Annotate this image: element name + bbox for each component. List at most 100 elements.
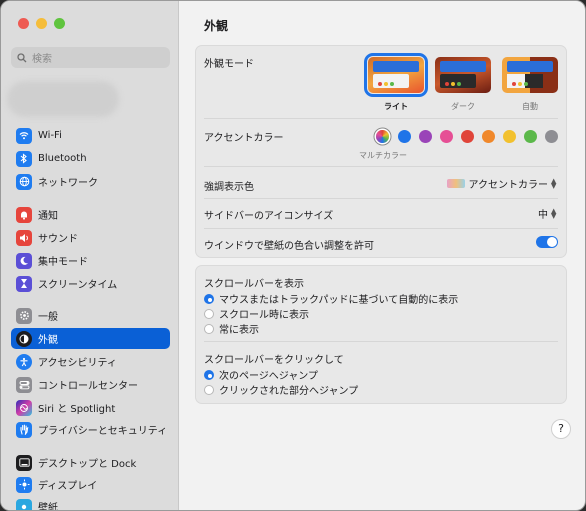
radio-scroll-auto[interactable]: マウスまたはトラックパッドに基づいて自動的に表示 [204, 291, 458, 306]
sidebar-item-screen-time[interactable]: スクリーンタイム [11, 273, 170, 294]
accent-swatch-blue[interactable] [398, 130, 411, 143]
click-scrollbar-label: スクロールバーをクリックして [204, 355, 344, 366]
radio-label: スクロール時に表示 [219, 310, 309, 321]
sidebar-item-label: デスクトップと Dock [38, 459, 137, 470]
wallpaper-icon [16, 498, 32, 510]
sidebar-item-notifications[interactable]: 通知 [11, 204, 170, 225]
account-avatar[interactable] [7, 81, 119, 117]
radio-button [204, 369, 214, 380]
close-button[interactable] [18, 18, 29, 29]
sidebar-item-label: スクリーンタイム [38, 280, 118, 291]
radio-button [204, 308, 214, 319]
sidebar-icon-size-popup[interactable]: 中 ▲ ▼ [538, 206, 558, 221]
highlight-color-value: アクセントカラー [468, 180, 549, 191]
display-icon [16, 476, 32, 493]
appearance-mode-label: 外観モード [204, 59, 254, 70]
sidebar-item-siri-spotlight[interactable]: Siri と Spotlight [11, 397, 170, 418]
sidebar-item-desktop-dock[interactable]: デスクトップと Dock [11, 452, 170, 473]
scrollbar-card: スクロールバーを表示 マウスまたはトラックパッドに基づいて自動的に表示 スクロー… [195, 265, 567, 404]
sidebar-item-bluetooth[interactable]: Bluetooth [11, 148, 170, 169]
accent-swatch-graphite[interactable] [545, 130, 558, 143]
sidebar-item-network[interactable]: ネットワーク [11, 171, 170, 192]
accessibility-icon [16, 353, 32, 370]
sidebar-item-label: アクセシビリティ [38, 358, 117, 369]
appearance-icon [16, 330, 32, 347]
sidebar-icon-size-label: サイドバーのアイコンサイズ [204, 211, 334, 222]
sidebar-item-label: 通知 [38, 211, 58, 222]
chevron-up-down-icon: ▲ ▼ [551, 206, 557, 220]
appearance-option-light[interactable] [364, 53, 428, 97]
radio-scroll-when-scrolling[interactable]: スクロール時に表示 [204, 306, 309, 321]
window-controls [18, 18, 65, 29]
divider [204, 341, 558, 342]
dock-icon [16, 454, 32, 471]
chevron-up-down-icon: ▲ ▼ [551, 176, 557, 190]
radio-button [204, 384, 214, 395]
show-scrollbars-label: スクロールバーを表示 [204, 279, 304, 290]
radio-label: 次のページへジャンプ [219, 371, 318, 382]
bell-icon [16, 206, 32, 223]
accent-caption: マルチカラー [359, 151, 407, 160]
accent-swatch-yellow[interactable] [503, 130, 516, 143]
sidebar-item-label: Bluetooth [38, 153, 87, 164]
appearance-option-auto[interactable] [502, 57, 558, 93]
sidebar-item-accessibility[interactable]: アクセシビリティ [11, 351, 170, 372]
sidebar-item-sound[interactable]: サウンド [11, 227, 170, 248]
sidebar-item-privacy[interactable]: プライバシーとセキュリティ [11, 419, 170, 440]
sidebar-item-label: 壁紙 [38, 503, 58, 511]
moon-icon [16, 252, 32, 269]
sidebar-item-label: ディスプレイ [38, 481, 98, 492]
wallpaper-tinting-toggle[interactable] [536, 236, 558, 248]
radio-label: マウスまたはトラックパッドに基づいて自動的に表示 [219, 295, 459, 306]
sidebar-item-focus[interactable]: 集中モード [11, 250, 170, 271]
sidebar-item-wallpaper[interactable]: 壁紙 [11, 496, 170, 511]
appearance-option-caption: ライト [384, 102, 408, 111]
wifi-icon [16, 127, 32, 144]
sidebar-item-appearance[interactable]: 外観 [11, 328, 170, 349]
hourglass-icon [16, 275, 32, 292]
appearance-option-caption: 自動 [522, 102, 538, 111]
sidebar-item-label: 集中モード [38, 257, 88, 268]
accent-color-label: アクセントカラー [204, 133, 284, 144]
help-button[interactable]: ? [551, 419, 571, 439]
sidebar: 検索 Wi-Fi Bluetooth ネットワーク 通知 サウンド 集中モード … [1, 1, 179, 510]
minimize-button[interactable] [36, 18, 47, 29]
bluetooth-icon [16, 150, 32, 167]
control-center-icon [16, 376, 32, 393]
accent-swatch-purple[interactable] [419, 130, 432, 143]
highlight-color-popup[interactable]: アクセントカラー ▲ ▼ [446, 176, 559, 191]
gear-icon [16, 307, 32, 324]
sidebar-item-label: 外観 [38, 335, 58, 346]
appearance-card: 外観モード ライト ダーク 自動 アクセントカラー マルチカラー 強調表示色 ア… [195, 45, 567, 258]
sidebar-item-label: プライバシーとセキュリティ [38, 426, 168, 437]
sidebar-item-wifi[interactable]: Wi-Fi [11, 125, 170, 146]
sidebar-item-displays[interactable]: ディスプレイ [11, 474, 170, 495]
wallpaper-tinting-label: ウインドウで壁紙の色合い調整を許可 [204, 241, 374, 252]
main-pane: 外観 外観モード ライト ダーク 自動 アクセントカラー マルチカラー 強調表示… [179, 1, 585, 510]
search-placeholder: 検索 [32, 54, 52, 65]
radio-jump-clicked-spot[interactable]: クリックされた部分へジャンプ [204, 382, 358, 397]
search-field[interactable]: 検索 [11, 47, 170, 68]
sidebar-item-control-center[interactable]: コントロールセンター [11, 374, 170, 395]
radio-button [204, 293, 214, 304]
radio-jump-next-page[interactable]: 次のページへジャンプ [204, 367, 318, 382]
radio-label: クリックされた部分へジャンプ [219, 386, 359, 397]
page-title: 外観 [204, 19, 229, 33]
sidebar-icon-size-value: 中 [538, 210, 548, 221]
zoom-button[interactable] [54, 18, 65, 29]
accent-swatch-multicolor[interactable] [376, 130, 389, 143]
accent-swatch-pink[interactable] [440, 130, 453, 143]
appearance-option-dark[interactable] [435, 57, 491, 93]
accent-swatch-red[interactable] [461, 130, 474, 143]
radio-scroll-always[interactable]: 常に表示 [204, 321, 259, 336]
siri-icon [16, 399, 32, 416]
divider [204, 118, 558, 119]
sidebar-item-label: 一般 [38, 312, 58, 323]
sidebar-item-general[interactable]: 一般 [11, 305, 170, 326]
sidebar-item-label: ネットワーク [38, 178, 98, 189]
accent-swatch-orange[interactable] [482, 130, 495, 143]
accent-swatch-green[interactable] [524, 130, 537, 143]
radio-button [204, 323, 214, 334]
sidebar-item-label: コントロールセンター [38, 381, 138, 392]
sidebar-item-label: サウンド [38, 234, 78, 245]
